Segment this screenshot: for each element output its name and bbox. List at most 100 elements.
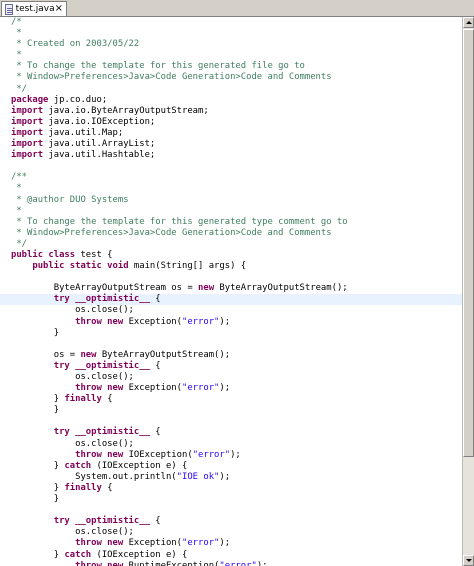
- code-token: }: [11, 460, 65, 471]
- code-line: /**: [0, 172, 462, 183]
- code-token: );: [230, 449, 241, 460]
- code-token: os.close();: [11, 527, 134, 538]
- code-comment: * Window>Preferences>Java>Code Generatio…: [11, 227, 332, 238]
- code-token: ByteArrayOutputStream();: [101, 349, 231, 360]
- code-token: {: [155, 427, 161, 438]
- code-token: jp.co.duo;: [53, 94, 108, 105]
- code-line: import java.io.IOException;: [0, 117, 462, 128]
- code-line: /*: [0, 17, 462, 28]
- code-token: {: [155, 294, 161, 305]
- code-comment: *: [11, 183, 22, 194]
- code-keyword: import: [11, 139, 49, 150]
- code-line: public static void main(String[] args) {: [0, 261, 462, 272]
- code-line: throw new RuntimeException("error");: [0, 561, 462, 566]
- code-line: throw new IOException("error");: [0, 450, 462, 461]
- code-string: "IOE ok": [176, 471, 220, 482]
- code-comment: *: [11, 205, 22, 216]
- code-line: * To change the template for this genera…: [0, 217, 462, 228]
- code-keyword: public static void: [32, 261, 134, 272]
- close-icon[interactable]: ×: [55, 4, 63, 14]
- code-line: * To change the template for this genera…: [0, 61, 462, 72]
- code-token: os.close();: [11, 372, 134, 382]
- code-editor[interactable]: /* * * Created on 2003/05/22 * * To chan…: [0, 17, 462, 566]
- code-comment: *: [11, 50, 22, 61]
- code-keyword: finally: [64, 394, 108, 405]
- code-string: "error": [192, 449, 231, 460]
- code-token: {: [155, 360, 161, 371]
- scroll-up-arrow-icon[interactable]: [463, 17, 474, 28]
- code-keyword: try __optimistic__: [53, 294, 156, 305]
- code-comment: */: [11, 238, 28, 249]
- code-token: (IOException e) {: [96, 460, 188, 471]
- code-string: "error": [182, 538, 220, 549]
- code-keyword: catch: [64, 460, 97, 471]
- code-line: os.close();: [0, 372, 462, 383]
- code-token: os =: [11, 349, 81, 360]
- code-token: java.util.Hashtable;: [48, 150, 156, 161]
- code-line: *: [0, 183, 462, 194]
- code-line: */: [0, 84, 462, 95]
- code-line: import java.util.Hashtable;: [0, 150, 462, 161]
- code-token: );: [219, 538, 231, 549]
- code-line: import java.io.ByteArrayOutputStream;: [0, 106, 462, 117]
- code-keyword: throw new: [75, 560, 129, 566]
- code-token: os.close();: [11, 438, 134, 449]
- code-keyword: package: [11, 94, 54, 105]
- editor-tab-test-java[interactable]: test.java ×: [1, 1, 67, 16]
- code-token: java.util.Map;: [48, 127, 124, 138]
- code-token: java.util.ArrayList;: [48, 139, 156, 150]
- code-line: * Created on 2003/05/22: [0, 39, 462, 50]
- code-token: );: [219, 383, 231, 394]
- scrollbar-thumb[interactable]: [463, 29, 474, 457]
- code-token: Exception(: [128, 316, 182, 327]
- code-token: java.io.ByteArrayOutputStream;: [48, 105, 209, 116]
- scroll-down-arrow-icon[interactable]: [463, 555, 474, 566]
- code-token: }: [11, 327, 60, 338]
- code-line: try __optimistic__ {: [0, 516, 462, 527]
- code-line: try __optimistic__ {: [0, 427, 462, 438]
- code-comment: *: [11, 28, 22, 39]
- code-comment: * To change the template for this genera…: [11, 61, 305, 72]
- code-token: }: [11, 494, 60, 505]
- code-string: "error": [182, 383, 220, 394]
- code-token: {: [155, 516, 161, 527]
- code-line: }: [0, 494, 462, 505]
- code-token: }: [11, 394, 65, 405]
- code-line: throw new Exception("error");: [0, 317, 462, 328]
- code-line: os.close();: [0, 527, 462, 538]
- java-file-icon: [5, 3, 13, 15]
- code-line: public class test {: [0, 250, 462, 261]
- code-token: test {: [80, 249, 113, 260]
- code-line: * Window>Preferences>Java>Code Generatio…: [0, 228, 462, 239]
- code-line: package jp.co.duo;: [0, 95, 462, 106]
- code-token: );: [219, 471, 231, 482]
- vertical-scrollbar[interactable]: [462, 17, 474, 566]
- code-comment: */: [11, 83, 28, 94]
- code-line: }: [0, 328, 462, 339]
- code-line: System.out.println("IOE ok");: [0, 472, 462, 483]
- tab-title: test.java: [15, 4, 55, 14]
- code-line: os = new ByteArrayOutputStream();: [0, 350, 462, 361]
- code-line: try __optimistic__ {: [0, 361, 462, 372]
- code-token: Exception(: [128, 538, 182, 549]
- code-keyword: throw new: [75, 316, 129, 327]
- code-token: (IOException e) {: [96, 549, 188, 560]
- code-keyword: throw new: [75, 383, 129, 394]
- code-keyword: throw new: [75, 449, 129, 460]
- code-line: } catch (IOException e) {: [0, 461, 462, 472]
- code-token: System.out.println(: [11, 471, 177, 482]
- code-token: ByteArrayOutputStream os =: [11, 283, 199, 294]
- code-keyword: import: [11, 150, 49, 161]
- code-line: *: [0, 50, 462, 61]
